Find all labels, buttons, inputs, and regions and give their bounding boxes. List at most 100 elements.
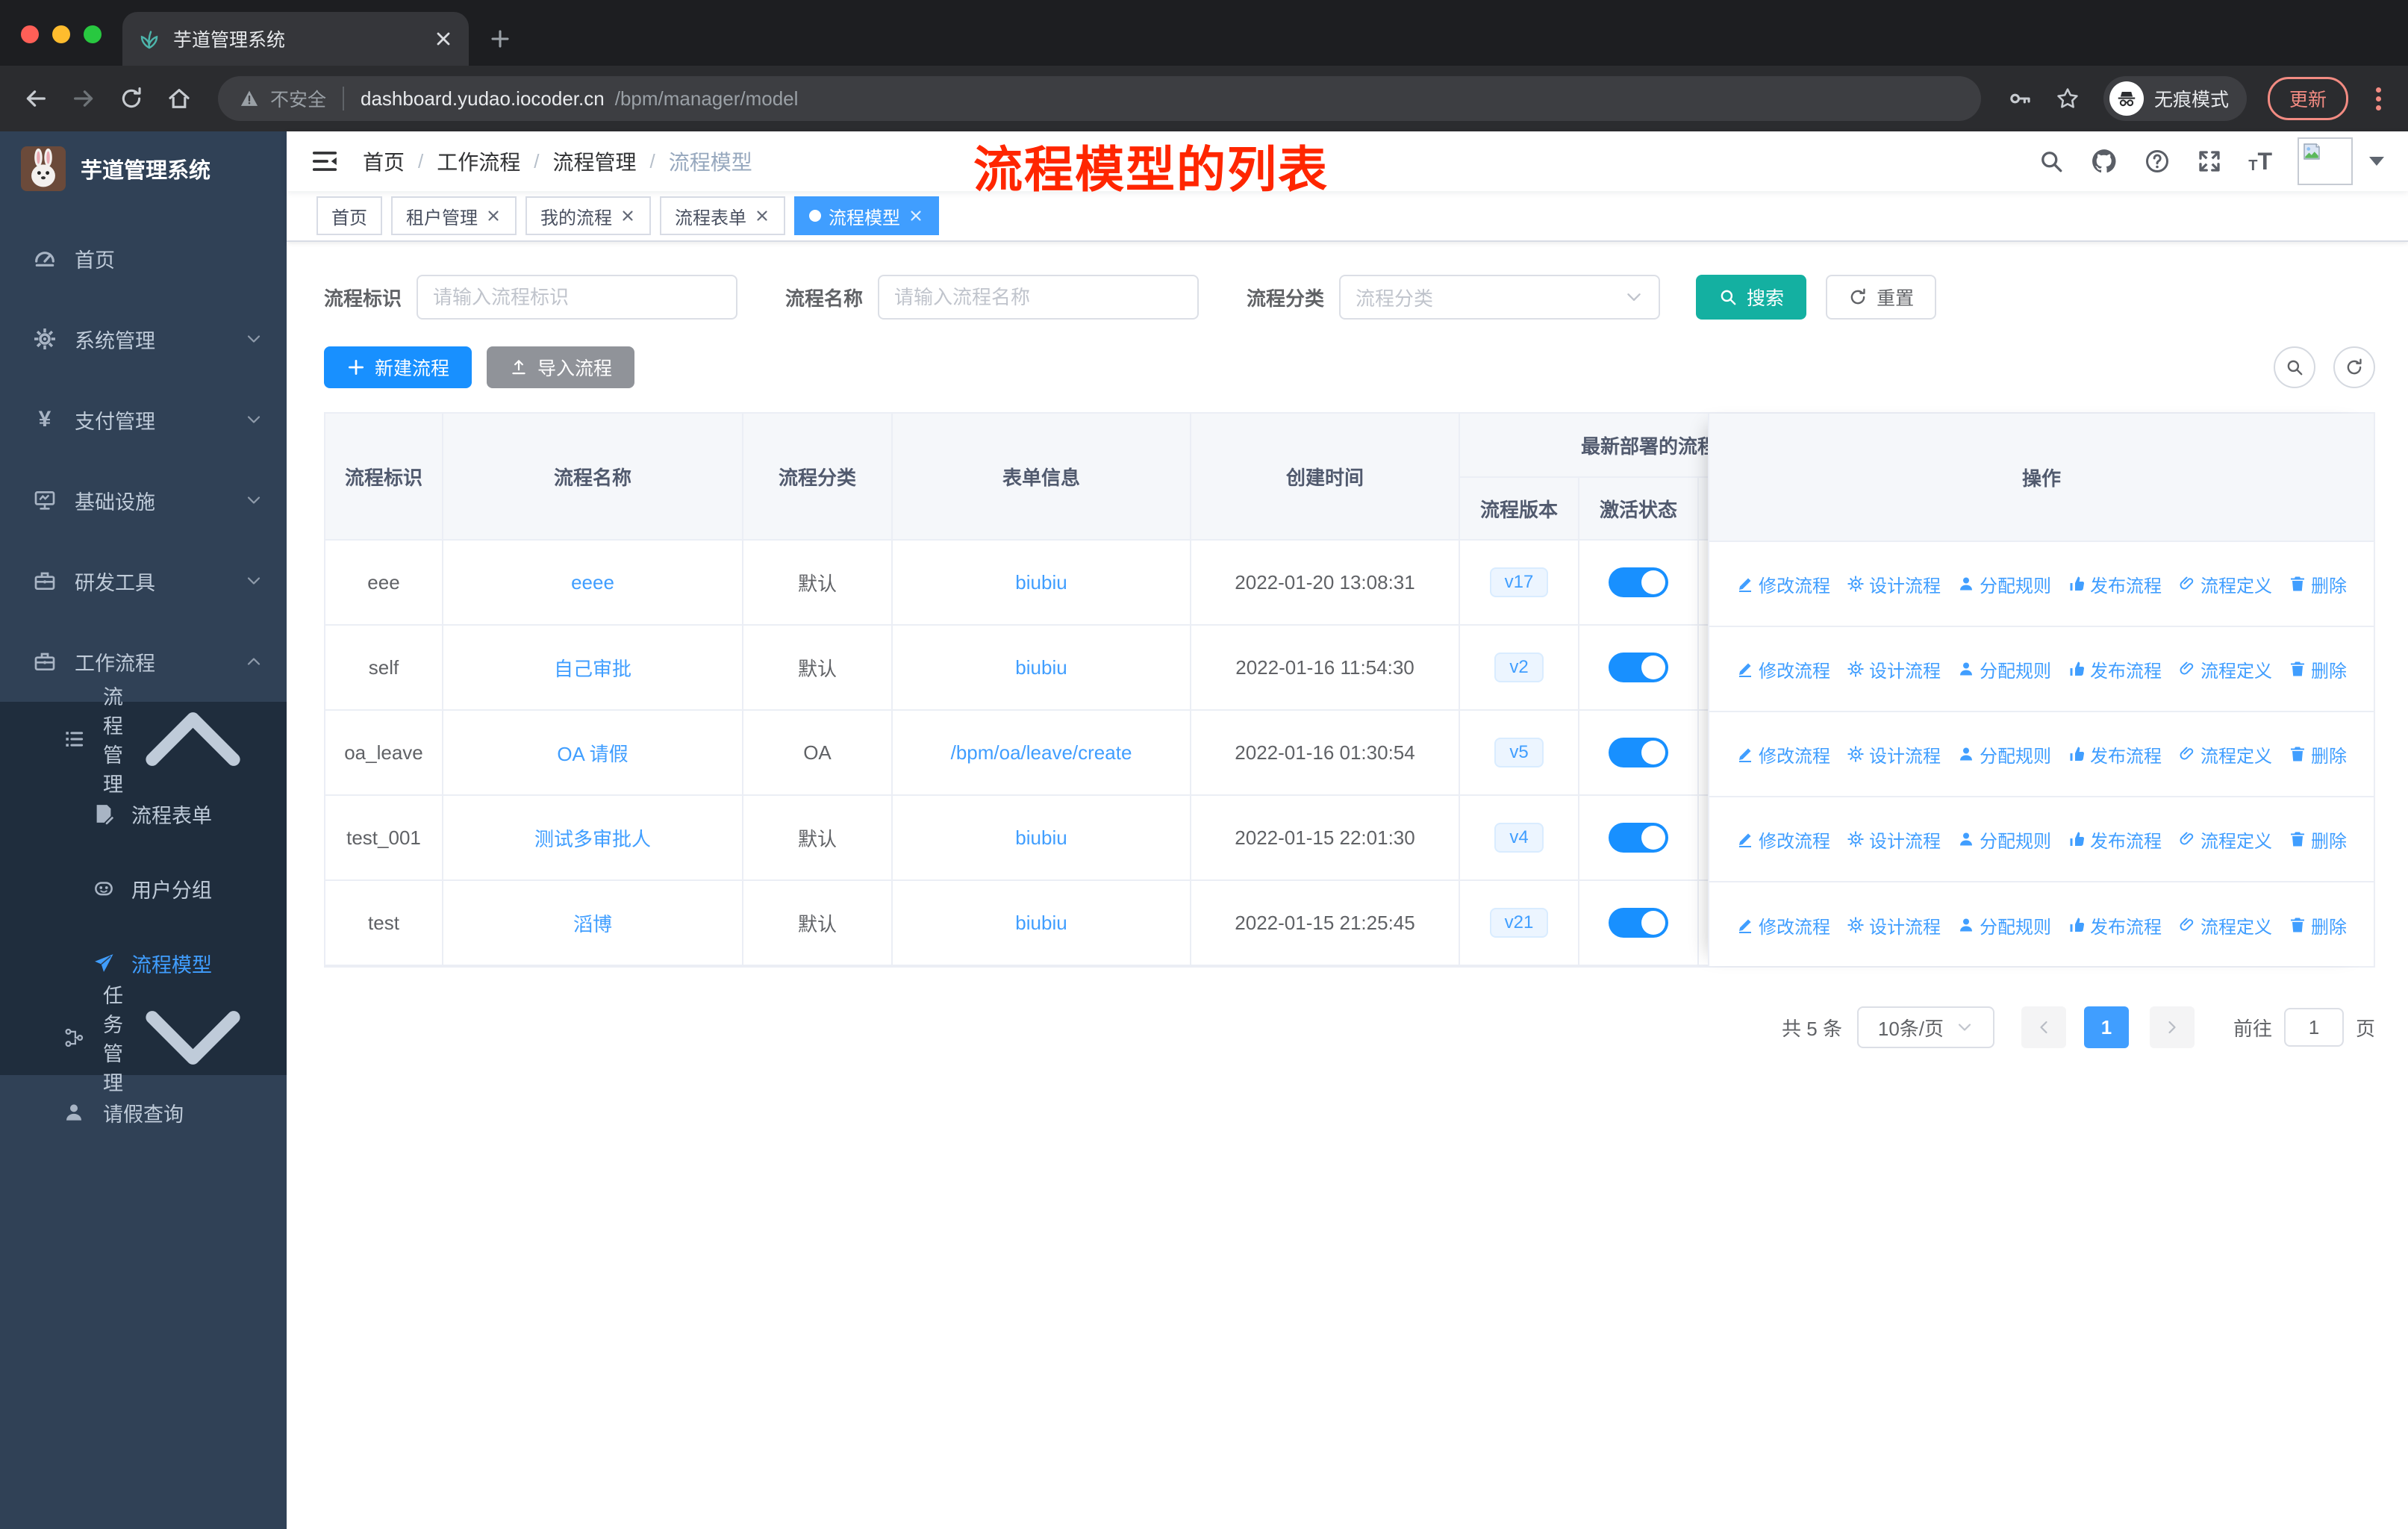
cell-process-name-link[interactable]: 滔博 [443,881,743,966]
search-button[interactable]: 搜索 [1696,275,1807,320]
active-toggle[interactable] [1609,653,1668,682]
cell-form-link[interactable]: biubiu [893,881,1191,966]
publish-process-link[interactable]: 发布流程 [2068,912,2162,938]
forward-button[interactable] [63,78,105,119]
publish-process-link[interactable]: 发布流程 [2068,656,2162,682]
assign-rule-link[interactable]: 分配规则 [1957,741,2051,767]
publish-process-link[interactable]: 发布流程 [2068,741,2162,767]
close-icon[interactable] [485,208,502,224]
tab-close-icon[interactable] [433,28,454,49]
design-process-link[interactable]: 设计流程 [1847,571,1941,597]
breadcrumb-process-mgmt[interactable]: 流程管理 [553,146,637,176]
sidebar-item-process-mgmt[interactable]: 流程管理 [0,686,287,796]
process-name-input[interactable] [878,275,1200,320]
font-size-icon[interactable]: TT [2248,149,2272,173]
next-page-button[interactable] [2149,1006,2195,1048]
tag-tenant-mgmt[interactable]: 租户管理 [391,196,517,235]
delete-link[interactable]: 删除 [2289,571,2347,597]
delete-link[interactable]: 删除 [2289,826,2347,853]
process-definition-link[interactable]: 流程定义 [2178,912,2272,938]
assign-rule-link[interactable]: 分配规则 [1957,571,2051,597]
breadcrumb-workflow[interactable]: 工作流程 [437,146,520,176]
browser-update-button[interactable]: 更新 [2267,77,2348,120]
close-window-button[interactable] [21,25,39,43]
process-definition-link[interactable]: 流程定义 [2178,656,2272,682]
refresh-table-button[interactable] [2333,346,2375,388]
assign-rule-link[interactable]: 分配规则 [1957,826,2051,853]
page-size-select[interactable]: 10条/页 [1856,1006,1994,1048]
tag-home[interactable]: 首页 [316,196,382,235]
assign-rule-link[interactable]: 分配规则 [1957,912,2051,938]
cell-form-link[interactable]: biubiu [893,541,1191,626]
tag-process-form[interactable]: 流程表单 [660,196,785,235]
create-process-button[interactable]: 新建流程 [324,346,472,388]
github-icon[interactable] [2090,147,2118,175]
minimize-window-button[interactable] [52,25,70,43]
back-button[interactable] [15,78,57,119]
app-logo[interactable]: 芋道管理系统 [0,131,287,206]
delete-link[interactable]: 删除 [2289,912,2347,938]
delete-link[interactable]: 删除 [2289,656,2347,682]
current-page-button[interactable]: 1 [2083,1006,2129,1048]
browser-menu-button[interactable] [2363,87,2393,110]
cell-process-name-link[interactable]: 测试多审批人 [443,796,743,881]
sidebar-item-infra[interactable]: 基础设施 [0,460,287,541]
zoom-window-button[interactable] [84,25,102,43]
header-search-icon[interactable] [2038,148,2065,175]
new-tab-button[interactable] [481,19,520,58]
sidebar-item-system[interactable]: 系统管理 [0,299,287,379]
cell-form-link[interactable]: /bpm/oa/leave/create [893,711,1191,796]
sidebar-item-task-mgmt[interactable]: 任务管理 [0,985,287,1094]
delete-link[interactable]: 删除 [2289,741,2347,767]
hamburger-icon[interactable] [311,147,339,175]
publish-process-link[interactable]: 发布流程 [2068,571,2162,597]
cell-process-name-link[interactable]: 自己审批 [443,626,743,711]
breadcrumb-home[interactable]: 首页 [363,146,405,176]
fullscreen-icon[interactable] [2196,148,2223,175]
cell-process-name-link[interactable]: eeee [443,541,743,626]
prev-page-button[interactable] [2021,1006,2066,1048]
modify-process-link[interactable]: 修改流程 [1736,912,1830,938]
security-label[interactable]: 不安全 [270,85,326,112]
address-bar[interactable]: 不安全 dashboard.yudao.iocoder.cn/bpm/manag… [218,76,1981,121]
reset-button[interactable]: 重置 [1826,275,1937,320]
process-definition-link[interactable]: 流程定义 [2178,571,2272,597]
active-toggle[interactable] [1609,738,1668,767]
assign-rule-link[interactable]: 分配规则 [1957,656,2051,682]
cell-process-name-link[interactable]: OA 请假 [443,711,743,796]
process-category-select[interactable]: 流程分类 [1339,275,1661,320]
close-icon[interactable] [620,208,636,224]
close-icon[interactable] [908,208,924,224]
active-toggle[interactable] [1609,823,1668,853]
modify-process-link[interactable]: 修改流程 [1736,741,1830,767]
window-controls[interactable] [0,25,122,66]
avatar-broken-image[interactable] [2298,137,2353,185]
modify-process-link[interactable]: 修改流程 [1736,656,1830,682]
security-warning-icon[interactable] [239,88,260,109]
browser-tab[interactable]: 芋道管理系统 [122,12,469,66]
help-question-icon[interactable] [2144,148,2171,175]
publish-process-link[interactable]: 发布流程 [2068,826,2162,853]
sidebar-item-user-group[interactable]: 用户分组 [0,851,287,926]
avatar-caret-icon[interactable] [2369,157,2384,166]
modify-process-link[interactable]: 修改流程 [1736,826,1830,853]
reload-button[interactable] [110,78,152,119]
sidebar-item-home[interactable]: 首页 [0,218,287,299]
import-process-button[interactable]: 导入流程 [487,346,635,388]
cell-form-link[interactable]: biubiu [893,626,1191,711]
design-process-link[interactable]: 设计流程 [1847,912,1941,938]
tag-process-model[interactable]: 流程模型 [794,196,939,235]
process-definition-link[interactable]: 流程定义 [2178,741,2272,767]
bookmark-star-button[interactable] [2047,78,2089,119]
home-button[interactable] [158,78,200,119]
design-process-link[interactable]: 设计流程 [1847,656,1941,682]
process-definition-link[interactable]: 流程定义 [2178,826,2272,853]
sidebar-item-devtools[interactable]: 研发工具 [0,541,287,621]
design-process-link[interactable]: 设计流程 [1847,826,1941,853]
modify-process-link[interactable]: 修改流程 [1736,571,1830,597]
active-toggle[interactable] [1609,567,1668,597]
goto-page-input[interactable] [2283,1008,2344,1047]
design-process-link[interactable]: 设计流程 [1847,741,1941,767]
sidebar-item-payment[interactable]: ¥ 支付管理 [0,379,287,460]
process-key-input[interactable] [417,275,738,320]
